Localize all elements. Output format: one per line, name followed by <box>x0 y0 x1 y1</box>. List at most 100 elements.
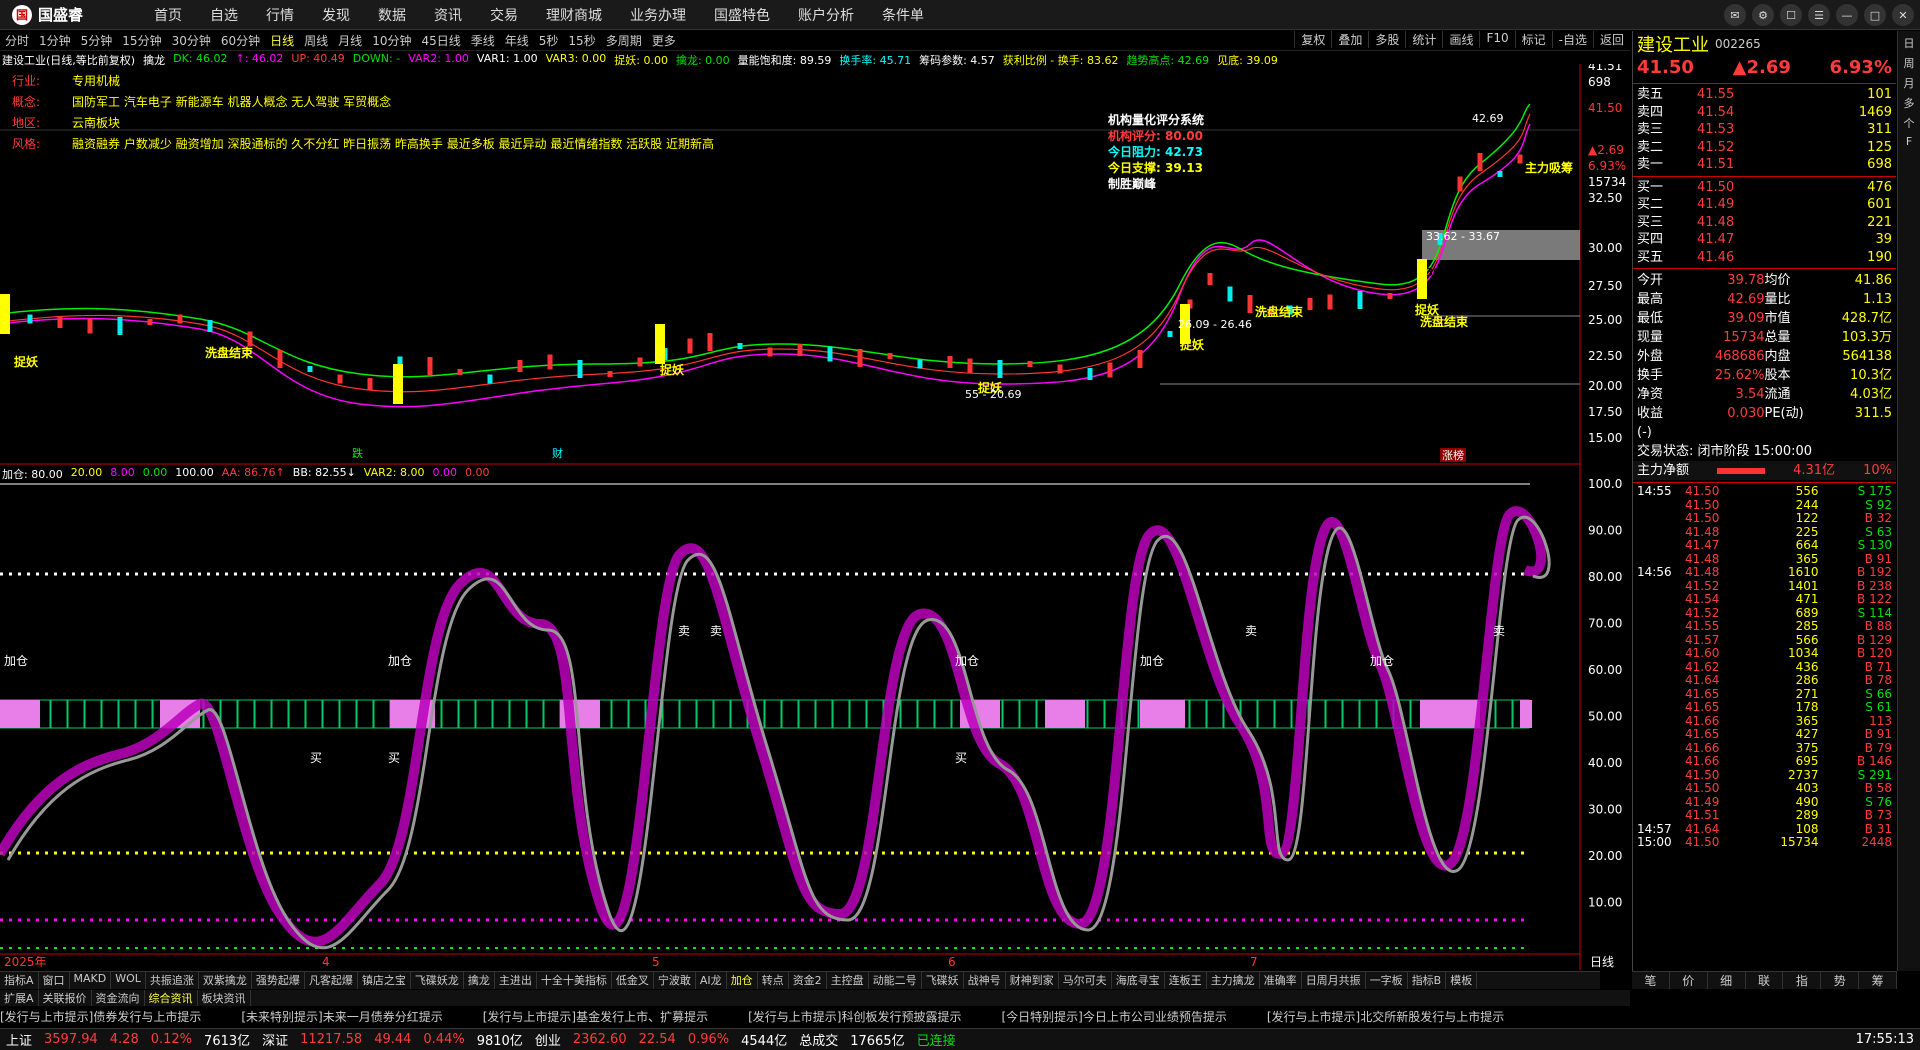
ticker-item-1[interactable]: [未来特别提示]未来一月债券分红提示 <box>241 1010 442 1024</box>
period-5[interactable]: 60分钟 <box>216 32 265 49</box>
sidebar-item-0[interactable]: 日 <box>1900 35 1918 51</box>
indicator-tab-21[interactable]: 飞碟妖 <box>922 972 964 989</box>
ticker-item-2[interactable]: [发行与上市提示]基金发行上市、扩募提示 <box>483 1010 708 1024</box>
info-tab-3[interactable]: 综合资讯 <box>145 990 198 1006</box>
indicator-tab-20[interactable]: 动能二号 <box>869 972 922 989</box>
indicator-tab-27[interactable]: 主力擒龙 <box>1207 972 1260 989</box>
right-tab-2[interactable]: 细 <box>1708 972 1746 989</box>
period-4[interactable]: 30分钟 <box>167 32 216 49</box>
right-tab-1[interactable]: 价 <box>1670 972 1708 989</box>
chart-tool-2[interactable]: 多股 <box>1368 31 1405 48</box>
message-icon[interactable]: ✉ <box>1724 4 1746 26</box>
ticker-item-4[interactable]: [今日特别提示]今日上市公司业绩预告提示 <box>1002 1010 1227 1024</box>
indicator-tab-16[interactable]: 加仓 <box>727 972 758 989</box>
info-tab-2[interactable]: 资金流向 <box>92 990 145 1006</box>
indicator-tab-12[interactable]: 十全十美指标 <box>537 972 612 989</box>
period-8[interactable]: 月线 <box>333 32 367 49</box>
indicator-tab-11[interactable]: 主进出 <box>495 972 537 989</box>
sidebar-item-1[interactable]: 周 <box>1900 55 1918 71</box>
period-0[interactable]: 分时 <box>0 32 34 49</box>
indicator-tab-1[interactable]: 窗口 <box>39 972 70 989</box>
menu-item-9[interactable]: 国盛特色 <box>700 5 784 25</box>
skin-icon[interactable]: ☐ <box>1780 4 1802 26</box>
indicator-tab-2[interactable]: MAKD <box>70 972 112 989</box>
maximize-icon[interactable]: □ <box>1864 4 1886 26</box>
indicator-tab-6[interactable]: 强势起爆 <box>252 972 305 989</box>
right-tab-5[interactable]: 势 <box>1821 972 1860 989</box>
indicator-tab-7[interactable]: 凡客起爆 <box>305 972 358 989</box>
info-tab-4[interactable]: 板块资讯 <box>198 990 251 1006</box>
indicator-tab-24[interactable]: 马尔可夫 <box>1059 972 1112 989</box>
chart-tool-4[interactable]: 画线 <box>1442 31 1479 48</box>
period-9[interactable]: 10分钟 <box>367 32 416 49</box>
menu-item-2[interactable]: 行情 <box>252 5 308 25</box>
indicator-tab-4[interactable]: 共振追涨 <box>146 972 199 989</box>
indicator-tab-10[interactable]: 擒龙 <box>464 972 495 989</box>
indicator-tab-18[interactable]: 资金2 <box>789 972 827 989</box>
ticker-item-3[interactable]: [发行与上市提示]科创板发行预披露提示 <box>748 1010 961 1024</box>
chart-tool-0[interactable]: 复权 <box>1294 31 1331 48</box>
menu-item-3[interactable]: 发现 <box>308 5 364 25</box>
indicator-tab-29[interactable]: 日周月共振 <box>1302 972 1366 989</box>
menu-item-5[interactable]: 资讯 <box>420 5 476 25</box>
period-11[interactable]: 季线 <box>466 32 500 49</box>
period-14[interactable]: 15秒 <box>563 32 600 49</box>
ticker-item-0[interactable]: [发行与上市提示]债券发行与上市提示 <box>0 1010 201 1024</box>
chart-tool-1[interactable]: 叠加 <box>1331 31 1368 48</box>
menu-item-6[interactable]: 交易 <box>476 5 532 25</box>
sidebar-item-3[interactable]: 多 <box>1900 95 1918 111</box>
indicator-tab-28[interactable]: 准确率 <box>1260 972 1302 989</box>
period-7[interactable]: 周线 <box>299 32 333 49</box>
app-logo[interactable]: 国国盛睿 <box>0 4 140 25</box>
indicator-tab-32[interactable]: 模板 <box>1446 972 1478 989</box>
indicator-tab-25[interactable]: 海底寻宝 <box>1112 972 1165 989</box>
period-2[interactable]: 5分钟 <box>76 32 118 49</box>
indicator-tab-8[interactable]: 镇店之宝 <box>358 972 411 989</box>
period-16[interactable]: 更多 <box>647 32 681 49</box>
period-12[interactable]: 年线 <box>500 32 534 49</box>
chart-tool-7[interactable]: -自选 <box>1551 31 1593 48</box>
menu-item-8[interactable]: 业务办理 <box>616 5 700 25</box>
menu-item-11[interactable]: 条件单 <box>868 5 938 25</box>
sidebar-item-2[interactable]: 月 <box>1900 75 1918 91</box>
close-icon[interactable]: ✕ <box>1892 4 1914 26</box>
settings-icon[interactable]: ⚙ <box>1752 4 1774 26</box>
menu-item-10[interactable]: 账户分析 <box>784 5 868 25</box>
right-tab-3[interactable]: 联 <box>1746 972 1784 989</box>
indicator-tab-9[interactable]: 飞碟妖龙 <box>411 972 464 989</box>
sidebar-item-4[interactable]: 个 <box>1900 115 1918 131</box>
minimize-icon[interactable]: — <box>1836 4 1858 26</box>
info-tab-1[interactable]: 关联报价 <box>39 990 92 1006</box>
indicator-tab-13[interactable]: 低金叉 <box>612 972 654 989</box>
indicator-tab-31[interactable]: 指标B <box>1408 972 1447 989</box>
period-10[interactable]: 45日线 <box>416 32 465 49</box>
chart-area[interactable]: 41.51 698 41.50 ▲2.69 6.93% 15734 32.50 30.00 27… <box>0 64 1630 970</box>
indicator-tab-23[interactable]: 财神到家 <box>1006 972 1059 989</box>
right-tab-6[interactable]: 筹 <box>1859 972 1898 989</box>
chart-tool-5[interactable]: F10 <box>1479 31 1514 48</box>
indicator-tab-14[interactable]: 宁波敢 <box>654 972 696 989</box>
indicator-tab-0[interactable]: 指标A <box>0 972 39 989</box>
indicator-tab-19[interactable]: 主控盘 <box>827 972 869 989</box>
period-6[interactable]: 日线 <box>265 32 299 49</box>
menu-item-0[interactable]: 首页 <box>140 5 196 25</box>
menu-item-1[interactable]: 自选 <box>196 5 252 25</box>
period-15[interactable]: 多周期 <box>601 32 647 49</box>
info-tab-0[interactable]: 扩展A <box>0 990 39 1006</box>
menu-icon[interactable]: ☰ <box>1808 4 1830 26</box>
indicator-tab-26[interactable]: 连板王 <box>1165 972 1207 989</box>
indicator-tab-17[interactable]: 转点 <box>758 972 789 989</box>
period-3[interactable]: 15分钟 <box>117 32 166 49</box>
right-tab-4[interactable]: 指 <box>1783 972 1822 989</box>
menu-item-7[interactable]: 理财商城 <box>532 5 616 25</box>
indicator-tab-3[interactable]: WOL <box>111 972 146 989</box>
chart-tool-8[interactable]: 返回 <box>1592 31 1630 48</box>
menu-item-4[interactable]: 数据 <box>364 5 420 25</box>
chart-tool-6[interactable]: 标记 <box>1514 31 1552 48</box>
indicator-tab-30[interactable]: 一字板 <box>1366 972 1408 989</box>
period-1[interactable]: 1分钟 <box>34 32 76 49</box>
indicator-tab-22[interactable]: 战神号 <box>964 972 1006 989</box>
chart-tool-3[interactable]: 统计 <box>1405 31 1442 48</box>
indicator-tab-5[interactable]: 双紫擒龙 <box>199 972 252 989</box>
ticker-item-5[interactable]: [发行与上市提示]北交所新股发行与上市提示 <box>1267 1010 1504 1024</box>
